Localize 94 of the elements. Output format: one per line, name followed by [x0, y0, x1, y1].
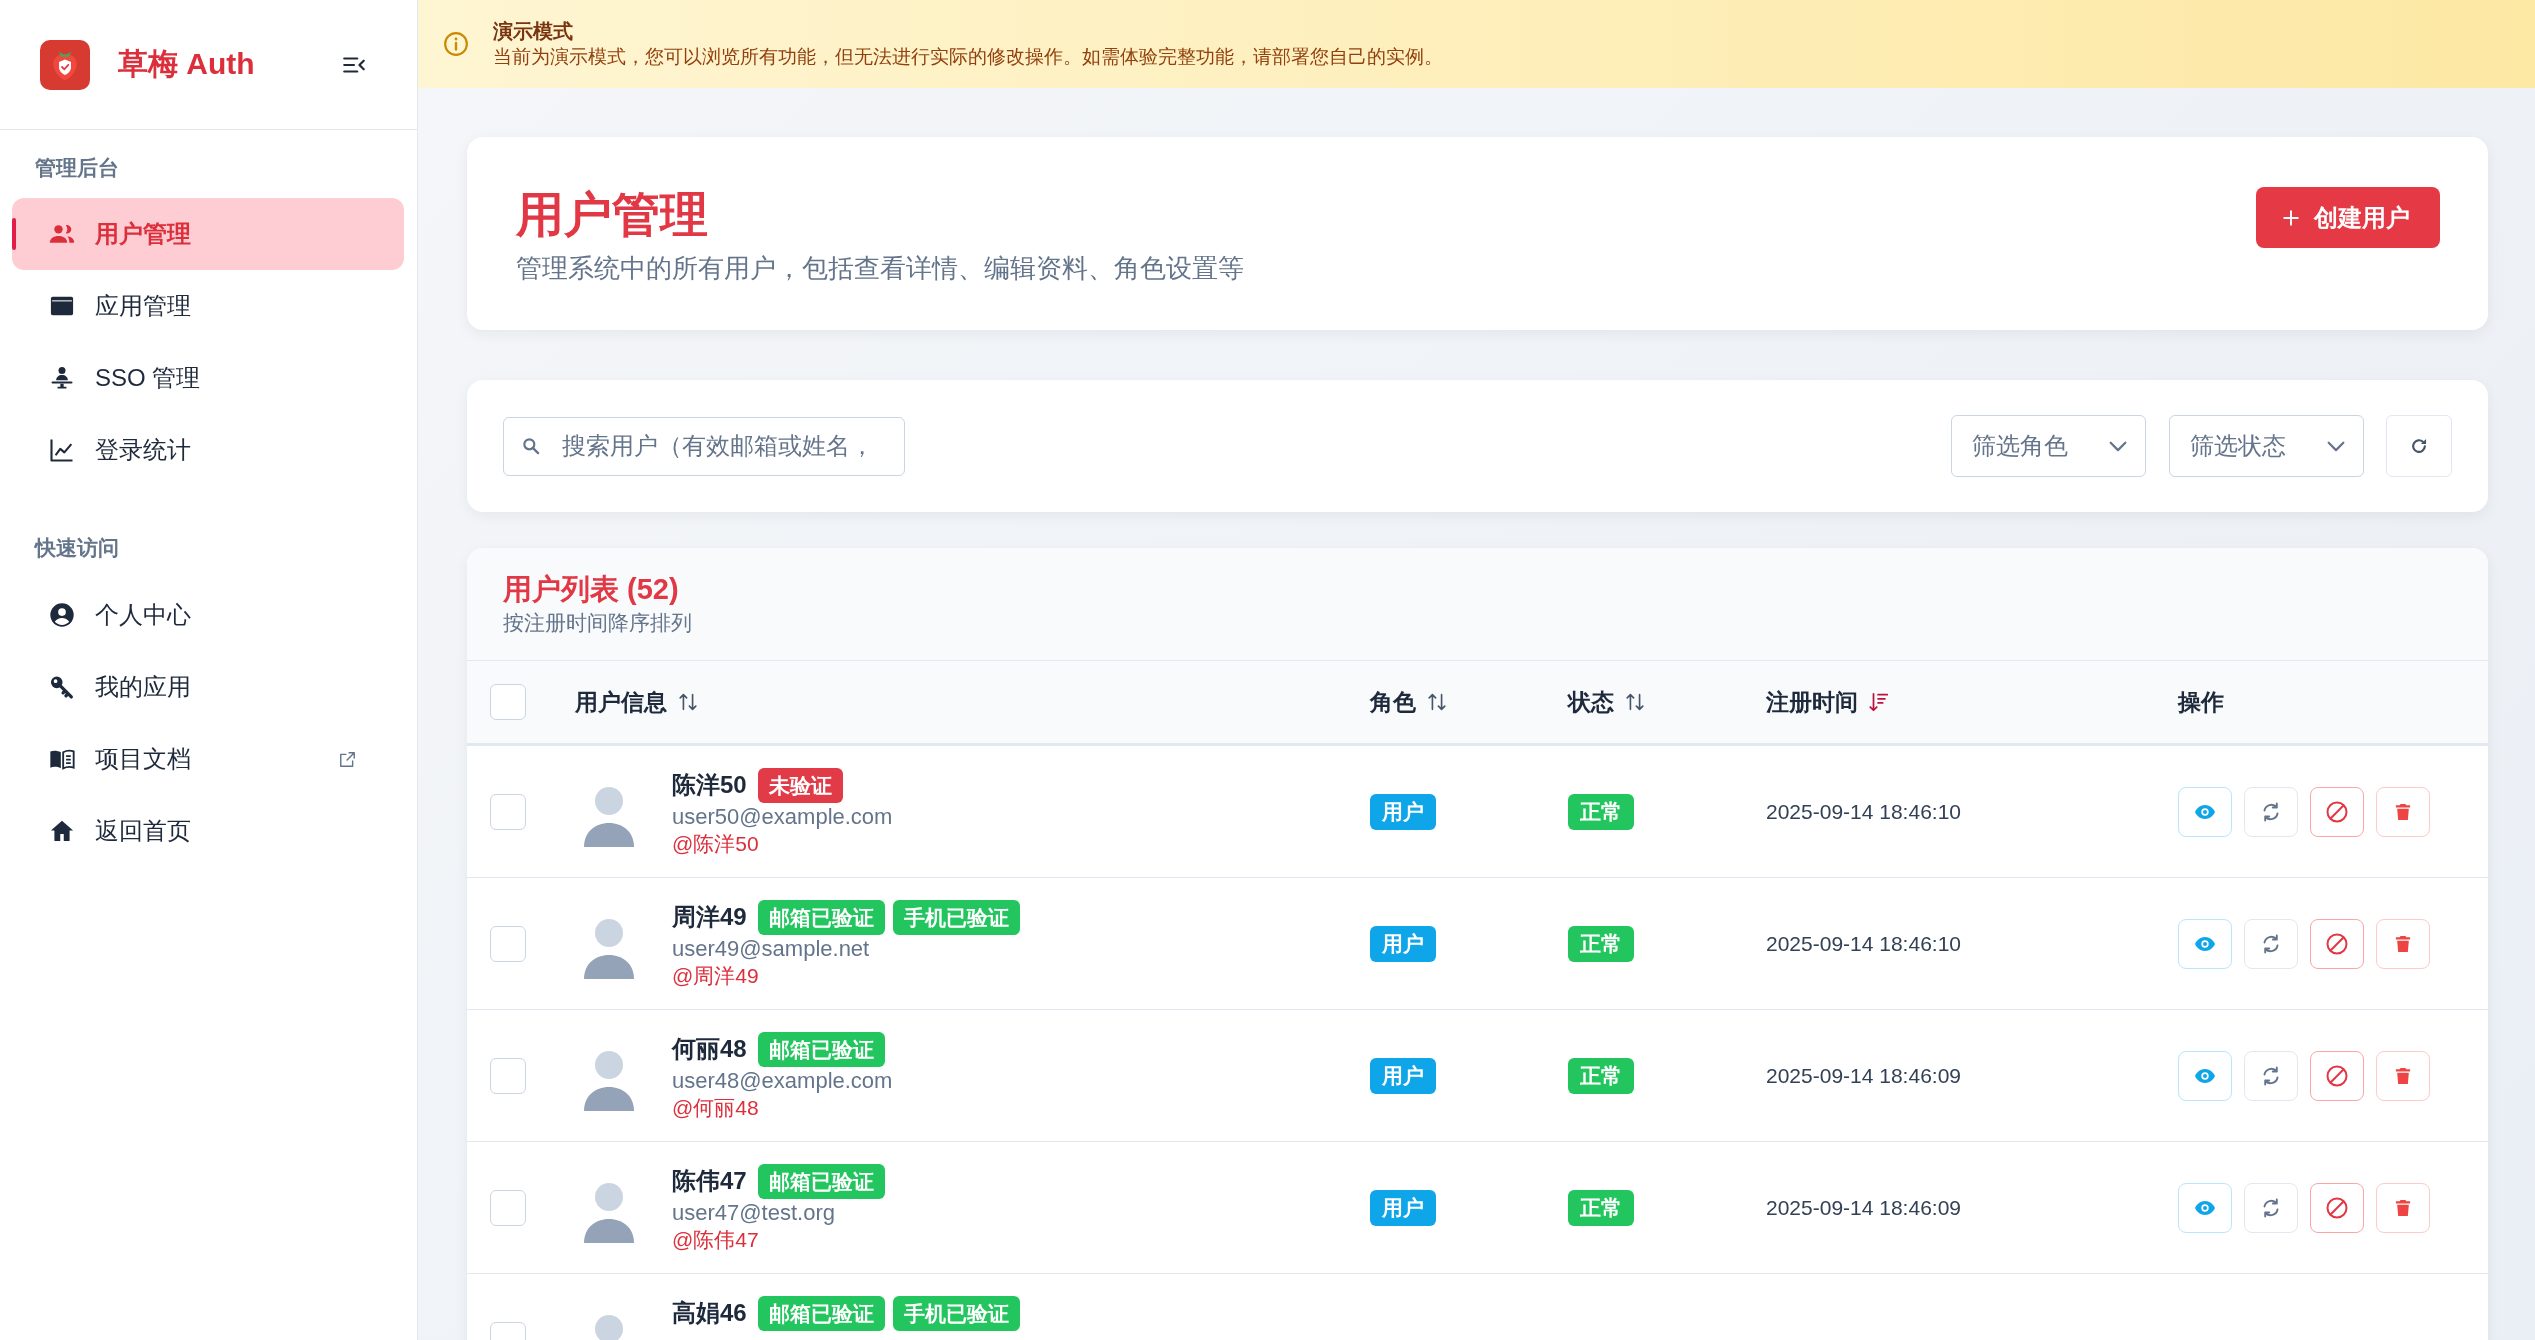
status-badge: 正常 [1568, 925, 1634, 962]
verification-badge: 邮箱已验证 [757, 899, 885, 935]
ban-icon [2325, 1195, 2349, 1220]
delete-button[interactable] [2376, 918, 2430, 969]
view-button[interactable] [2178, 786, 2232, 837]
user-name: 陈伟47 [672, 1166, 747, 1196]
sort-descending-icon[interactable] [1868, 690, 1890, 714]
user-handle: @周洋49 [672, 963, 759, 989]
verification-badge: 未验证 [757, 767, 843, 803]
reset-button[interactable] [2244, 1182, 2298, 1233]
nav-item[interactable]: 个人中心 [12, 579, 404, 651]
search-field[interactable]: 搜索用户（有效邮箱或姓名， [503, 416, 905, 476]
user-handle: @何丽48 [672, 1095, 759, 1121]
registration-time: 2025-09-14 18:46:09 [1766, 1195, 1961, 1220]
column-header: 注册时间 [1766, 687, 1858, 717]
verification-badge: 邮箱已验证 [757, 1031, 885, 1067]
user-email: user47@test.org [672, 1199, 835, 1227]
verification-badge: 手机已验证 [892, 899, 1020, 935]
disable-button[interactable] [2310, 786, 2364, 837]
row-checkbox[interactable] [490, 925, 526, 962]
nav-section-title: 快速访问 [35, 536, 119, 560]
registration-time: 2025-09-14 18:46:09 [1766, 1063, 1961, 1088]
verification-badge: 邮箱已验证 [757, 1163, 885, 1199]
nav-item[interactable]: 返回首页 [12, 795, 404, 867]
reset-button[interactable] [2244, 1050, 2298, 1101]
nav-item[interactable]: 项目文档 [12, 723, 404, 795]
ban-icon [2325, 1063, 2349, 1088]
verification-badge: 邮箱已验证 [757, 1295, 885, 1331]
trash-icon [2393, 1065, 2413, 1086]
refresh-button[interactable] [2386, 415, 2452, 477]
table-subtitle: 按注册时间降序排列 [503, 610, 692, 636]
disable-button[interactable] [2310, 918, 2364, 969]
banner-title: 演示模式 [493, 19, 573, 44]
user-email: user50@example.com [672, 803, 893, 831]
column-header: 用户信息 [575, 687, 667, 717]
status-badge: 正常 [1568, 1057, 1634, 1094]
plus-icon [2282, 208, 2300, 227]
role-badge: 用户 [1370, 925, 1436, 962]
search-icon [521, 435, 541, 456]
delete-button[interactable] [2376, 1050, 2430, 1101]
user-name: 高娟46 [672, 1298, 747, 1328]
trash-icon [2393, 801, 2413, 822]
disable-button[interactable] [2310, 1050, 2364, 1101]
user-email: user49@sample.net [672, 935, 870, 963]
view-button[interactable] [2178, 1050, 2232, 1101]
status-filter-select[interactable]: 筛选状态 [2169, 415, 2364, 477]
row-checkbox[interactable] [490, 1057, 526, 1094]
nav-item[interactable]: 应用管理 [12, 270, 404, 342]
delete-button[interactable] [2376, 786, 2430, 837]
strawberry-logo-icon [40, 39, 90, 90]
user-name: 陈洋50 [672, 770, 747, 800]
row-checkbox[interactable] [490, 1189, 526, 1226]
verification-badge: 手机已验证 [892, 1295, 1020, 1331]
user-name: 周洋49 [672, 902, 747, 932]
row-checkbox[interactable] [490, 793, 526, 830]
ban-icon [2325, 799, 2349, 824]
status-badge: 正常 [1568, 793, 1634, 830]
reset-button[interactable] [2244, 786, 2298, 837]
info-icon [443, 31, 469, 57]
nav-item[interactable]: 我的应用 [12, 651, 404, 723]
column-header: 状态 [1568, 687, 1614, 717]
column-header: 操作 [2178, 687, 2224, 717]
delete-button[interactable] [2376, 1182, 2430, 1233]
status-badge: 正常 [1568, 1189, 1634, 1226]
user-name: 何丽48 [672, 1034, 747, 1064]
role-badge: 用户 [1370, 1189, 1436, 1226]
ban-icon [2325, 931, 2349, 956]
page-subtitle: 管理系统中的所有用户，包括查看详情、编辑资料、角色设置等 [516, 252, 1244, 285]
account-circle-icon [48, 601, 76, 629]
trash-icon [2393, 933, 2413, 954]
banner-message: 当前为演示模式，您可以浏览所有功能，但无法进行实际的修改操作。如需体验完整功能，请部署您自己的实例。 [493, 45, 1443, 69]
role-badge: 用户 [1370, 1057, 1436, 1094]
nav-item[interactable]: SSO 管理 [12, 342, 404, 414]
view-button[interactable] [2178, 918, 2232, 969]
create-user-button[interactable]: 创建用户 [2256, 187, 2440, 248]
registration-time: 2025-09-14 18:46:10 [1766, 799, 1961, 824]
brand-name: 草梅 Auth [118, 46, 255, 82]
disable-button[interactable] [2310, 1182, 2364, 1233]
role-filter-select[interactable]: 筛选角色 [1951, 415, 2146, 477]
trash-icon [2393, 1197, 2413, 1218]
column-header: 角色 [1370, 687, 1416, 717]
refresh-icon [2409, 436, 2429, 456]
page-title: 用户管理 [516, 187, 708, 243]
view-button[interactable] [2178, 1182, 2232, 1233]
user-email: user48@example.com [672, 1067, 893, 1095]
select-all-checkbox[interactable] [490, 684, 526, 720]
role-badge: 用户 [1370, 793, 1436, 830]
table-title: 用户列表 (52) [503, 572, 679, 607]
user-handle: @陈洋50 [672, 831, 759, 857]
user-handle: @陈伟47 [672, 1227, 759, 1253]
nav-section-title: 管理后台 [35, 156, 119, 180]
nav-item[interactable]: 登录统计 [12, 414, 404, 486]
registration-time: 2025-09-14 18:46:10 [1766, 931, 1961, 956]
reset-button[interactable] [2244, 918, 2298, 969]
